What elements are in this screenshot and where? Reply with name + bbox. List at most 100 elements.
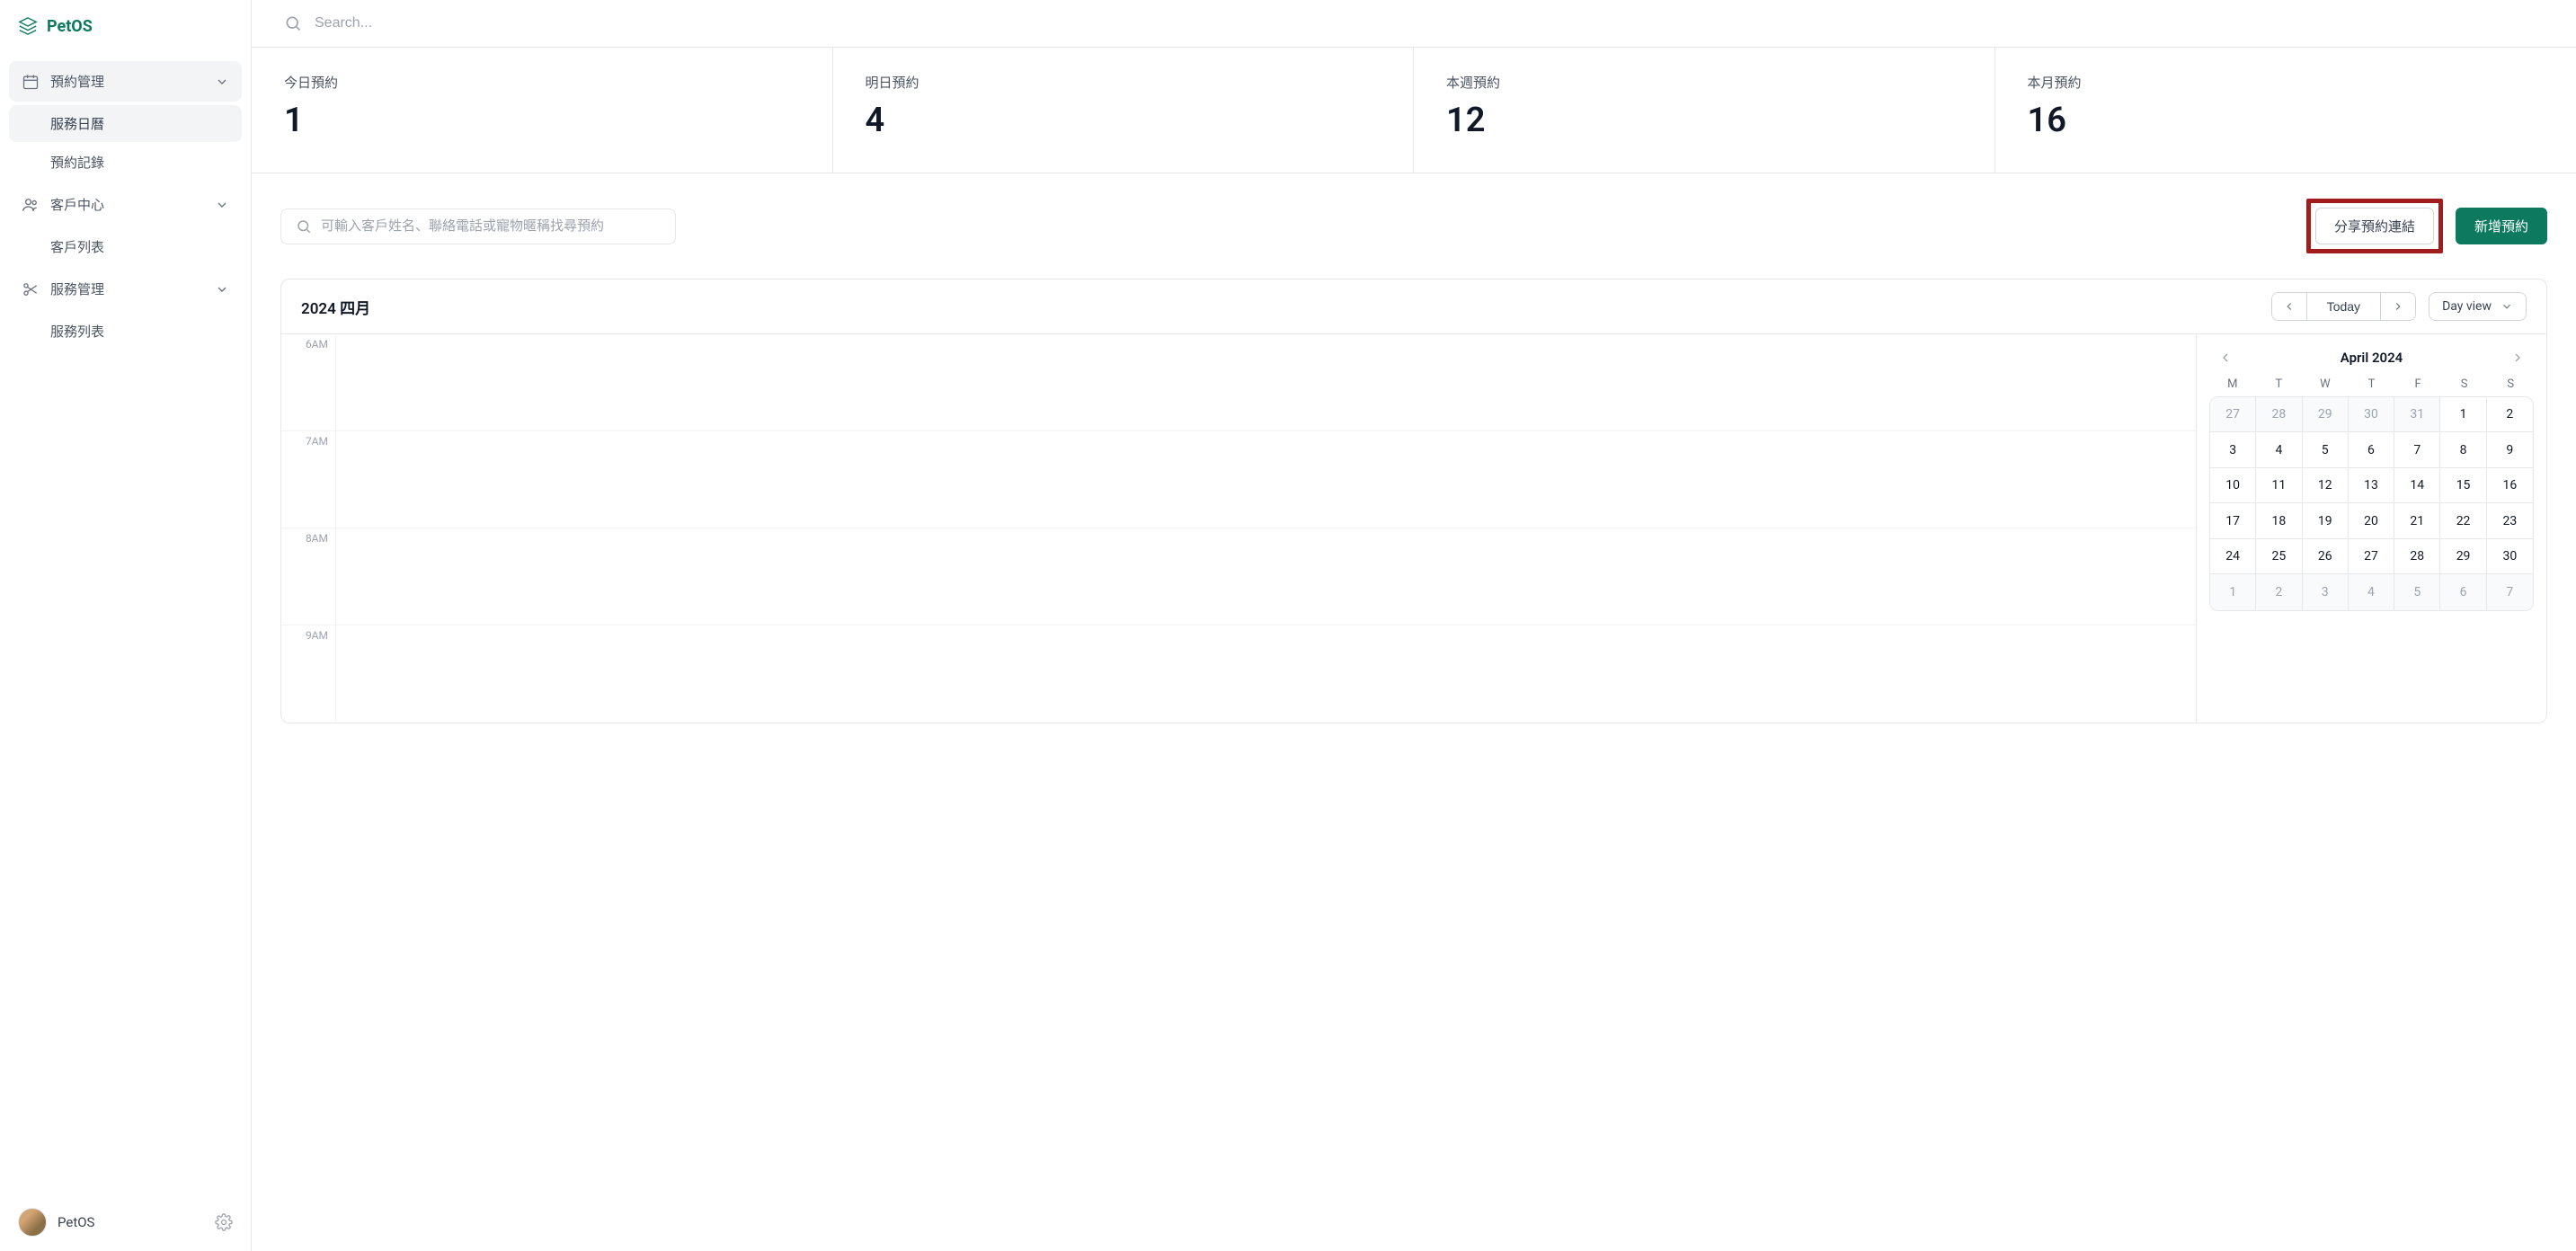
avatar[interactable]	[18, 1208, 47, 1237]
new-appointment-button[interactable]: 新增預約	[2456, 208, 2547, 244]
mini-calendar-day[interactable]: 4	[2349, 574, 2394, 609]
mini-calendar-day[interactable]: 23	[2487, 503, 2533, 538]
mini-dow-cell: F	[2394, 377, 2441, 391]
mini-dow-cell: S	[2487, 377, 2534, 391]
stat-value: 12	[1446, 101, 1962, 140]
mini-calendar-day[interactable]: 28	[2394, 539, 2440, 574]
mini-calendar-day[interactable]: 29	[2303, 397, 2349, 432]
mini-calendar-day[interactable]: 27	[2349, 539, 2394, 574]
logo[interactable]: PetOS	[0, 0, 251, 52]
mini-dow-cell: W	[2302, 377, 2349, 391]
mini-calendar-day[interactable]: 18	[2256, 503, 2302, 538]
mini-calendar-day[interactable]: 16	[2487, 468, 2533, 503]
nav-group-services[interactable]: 服務管理	[9, 269, 242, 309]
chevron-down-icon	[215, 282, 229, 297]
mini-next-button[interactable]	[2507, 347, 2528, 368]
gear-icon[interactable]	[215, 1213, 233, 1231]
today-button[interactable]: Today	[2306, 293, 2381, 320]
mini-calendar-day[interactable]: 4	[2256, 432, 2302, 467]
global-search-input[interactable]	[315, 15, 2544, 31]
appointment-search-box[interactable]	[280, 208, 676, 244]
stat-today: 今日預約 1	[252, 48, 833, 173]
mini-calendar-day[interactable]: 27	[2210, 397, 2256, 432]
calendar-icon	[22, 73, 40, 91]
mini-dow-cell: T	[2256, 377, 2303, 391]
share-link-highlight: 分享預約連結	[2306, 199, 2443, 253]
hour-row[interactable]: 7AM	[281, 431, 2196, 528]
today-nav-group: Today	[2271, 292, 2416, 321]
mini-calendar-day[interactable]: 8	[2440, 432, 2486, 467]
mini-calendar-day[interactable]: 24	[2210, 539, 2256, 574]
mini-calendar-day[interactable]: 30	[2487, 539, 2533, 574]
chevron-down-icon	[215, 198, 229, 212]
share-link-button[interactable]: 分享預約連結	[2315, 208, 2434, 244]
stat-label: 今日預約	[284, 73, 800, 92]
mini-calendar-day[interactable]: 10	[2210, 468, 2256, 503]
nav-group-appointments[interactable]: 預約管理	[9, 61, 242, 102]
hour-row[interactable]: 6AM	[281, 334, 2196, 431]
mini-calendar-day[interactable]: 17	[2210, 503, 2256, 538]
mini-calendar-day[interactable]: 14	[2394, 468, 2440, 503]
mini-calendar-day[interactable]: 20	[2349, 503, 2394, 538]
mini-calendar-day[interactable]: 3	[2303, 574, 2349, 609]
stat-month: 本月預約 16	[1995, 48, 2576, 173]
nav-item-service-list[interactable]: 服務列表	[9, 313, 242, 350]
mini-calendar-day[interactable]: 5	[2394, 574, 2440, 609]
hour-label: 8AM	[281, 528, 335, 625]
layers-icon	[18, 16, 38, 36]
mini-calendar-day[interactable]: 26	[2303, 539, 2349, 574]
mini-calendar-title: April 2024	[2341, 350, 2403, 366]
mini-calendar-day[interactable]: 11	[2256, 468, 2302, 503]
nav-group-customers[interactable]: 客戶中心	[9, 184, 242, 225]
hour-row[interactable]: 9AM	[281, 626, 2196, 723]
search-icon	[284, 14, 302, 32]
mini-calendar-day[interactable]: 28	[2256, 397, 2302, 432]
mini-calendar-day[interactable]: 5	[2303, 432, 2349, 467]
mini-calendar-day[interactable]: 25	[2256, 539, 2302, 574]
mini-calendar: April 2024 MTWTFSS 272829303112345678910…	[2196, 334, 2546, 723]
mini-calendar-day[interactable]: 6	[2440, 574, 2486, 609]
mini-calendar-day[interactable]: 6	[2349, 432, 2394, 467]
sidebar-footer: PetOS	[0, 1193, 251, 1251]
chevron-down-icon	[215, 75, 229, 89]
nav-item-service-calendar[interactable]: 服務日曆	[9, 105, 242, 142]
stat-value: 4	[866, 101, 1381, 140]
chevron-down-icon	[2500, 300, 2513, 313]
mini-calendar-day[interactable]: 1	[2440, 397, 2486, 432]
mini-calendar-day[interactable]: 15	[2440, 468, 2486, 503]
nav-item-appointment-records[interactable]: 預約記錄	[9, 144, 242, 181]
mini-calendar-day[interactable]: 3	[2210, 432, 2256, 467]
hour-label: 9AM	[281, 626, 335, 723]
mini-calendar-day[interactable]: 12	[2303, 468, 2349, 503]
mini-calendar-day[interactable]: 9	[2487, 432, 2533, 467]
calendar: 2024 四月 Today Day view	[280, 279, 2547, 723]
mini-calendar-day[interactable]: 19	[2303, 503, 2349, 538]
mini-calendar-day[interactable]: 31	[2394, 397, 2440, 432]
mini-calendar-day[interactable]: 22	[2440, 503, 2486, 538]
next-button[interactable]	[2381, 293, 2415, 320]
mini-dow-cell: S	[2441, 377, 2488, 391]
hour-row[interactable]: 8AM	[281, 528, 2196, 626]
brand-name: PetOS	[47, 17, 93, 36]
prev-button[interactable]	[2272, 293, 2306, 320]
nav-item-customer-list[interactable]: 客戶列表	[9, 228, 242, 265]
mini-calendar-day[interactable]: 13	[2349, 468, 2394, 503]
stat-label: 本週預約	[1446, 73, 1962, 92]
mini-calendar-day[interactable]: 30	[2349, 397, 2394, 432]
mini-dow-cell: M	[2209, 377, 2256, 391]
view-select[interactable]: Day view	[2429, 292, 2527, 321]
mini-prev-button[interactable]	[2215, 347, 2236, 368]
mini-calendar-day[interactable]: 2	[2256, 574, 2302, 609]
mini-dow-row: MTWTFSS	[2209, 377, 2534, 391]
mini-calendar-day[interactable]: 1	[2210, 574, 2256, 609]
mini-calendar-day[interactable]: 2	[2487, 397, 2533, 432]
appointment-search-input[interactable]	[321, 218, 661, 234]
mini-calendar-day[interactable]: 7	[2487, 574, 2533, 609]
mini-calendar-day[interactable]: 29	[2440, 539, 2486, 574]
hour-label: 7AM	[281, 431, 335, 528]
stat-label: 本月預約	[2028, 73, 2545, 92]
stat-label: 明日預約	[866, 73, 1381, 92]
main: 今日預約 1 明日預約 4 本週預約 12 本月預約 16	[252, 0, 2576, 1251]
mini-calendar-day[interactable]: 21	[2394, 503, 2440, 538]
mini-calendar-day[interactable]: 7	[2394, 432, 2440, 467]
